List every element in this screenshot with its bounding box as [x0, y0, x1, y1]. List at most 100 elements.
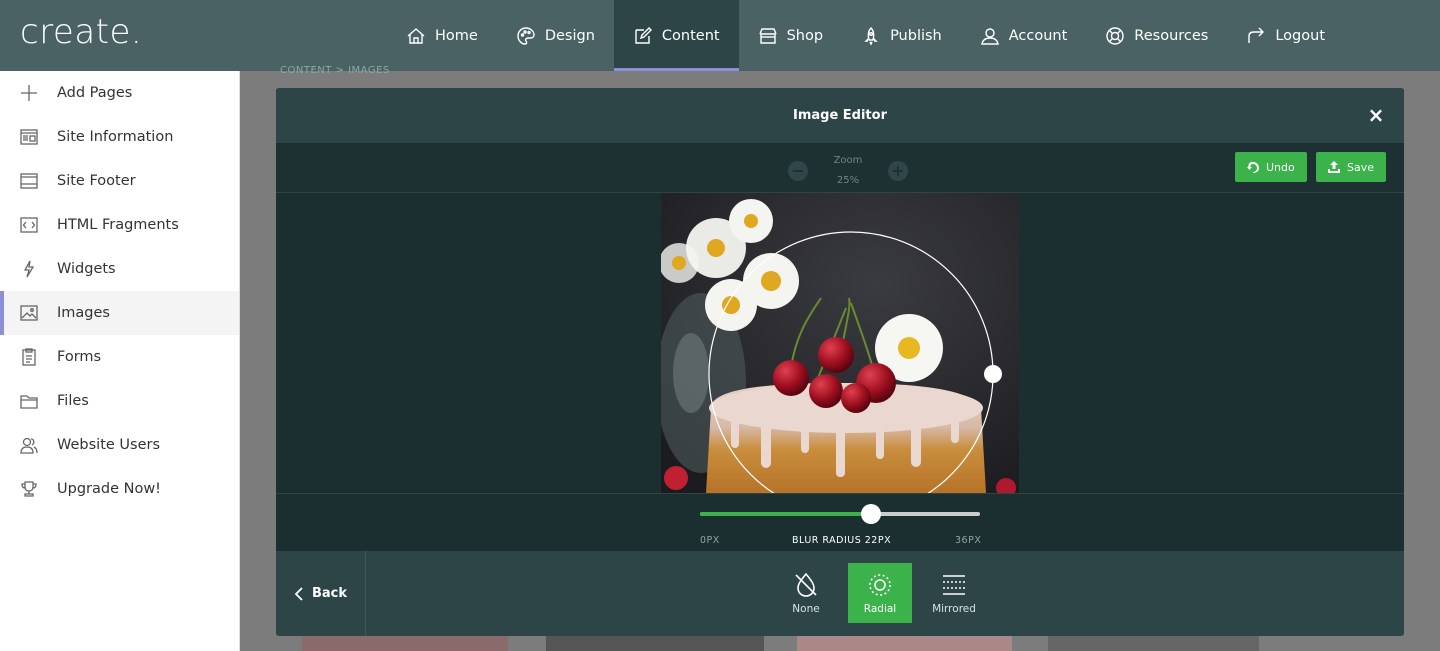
sidebar-item-website-users[interactable]: Website Users — [0, 423, 239, 467]
sidebar-item-label: Site Information — [57, 129, 174, 145]
slider-max-label: 36PX — [955, 535, 982, 546]
users-icon — [20, 437, 38, 454]
undo-label: Undo — [1266, 160, 1295, 174]
nav-home-label: Home — [435, 27, 478, 44]
editor-toolbar: − Zoom 25% + Undo Save — [276, 143, 1404, 193]
zoom-control: − Zoom 25% + — [788, 151, 908, 191]
chevron-left-icon — [294, 586, 303, 601]
no-blur-icon — [795, 572, 817, 597]
close-button[interactable]: × — [1366, 104, 1386, 126]
nav-content[interactable]: Content — [613, 0, 739, 71]
back-label: Back — [311, 586, 348, 601]
folder-icon — [20, 395, 38, 409]
nav-publish-label: Publish — [890, 27, 942, 44]
logout-icon — [1248, 27, 1265, 43]
back-button[interactable]: Back — [276, 551, 366, 636]
upload-icon — [1328, 161, 1340, 173]
sidebar-item-label: Upgrade Now! — [57, 481, 161, 497]
nav-content-label: Content — [661, 27, 720, 44]
blur-radius-control: 0PX BLUR RADIUS 22PX 36PX — [276, 493, 1404, 551]
clipboard-icon — [22, 348, 36, 366]
code-icon — [20, 217, 38, 233]
mode-label: Mirrored — [932, 602, 976, 615]
nav-shop[interactable]: Shop — [739, 0, 842, 71]
footer-icon — [20, 173, 38, 189]
undo-button[interactable]: Undo — [1235, 152, 1307, 182]
breadcrumb: CONTENT > IMAGES — [280, 65, 390, 76]
sidebar-item-files[interactable]: Files — [0, 379, 239, 423]
nav-home[interactable]: Home — [387, 0, 497, 71]
plus-icon — [21, 85, 37, 101]
home-icon — [407, 27, 425, 44]
nav-publish[interactable]: Publish — [842, 0, 961, 71]
slider-fill — [700, 512, 872, 516]
zoom-in-button[interactable]: + — [888, 161, 908, 181]
zoom-value: 25% — [836, 175, 860, 186]
blur-mode-selector: None Radial Mirrored — [774, 563, 986, 623]
save-button[interactable]: Save — [1316, 152, 1387, 182]
nav-resources[interactable]: Resources — [1086, 0, 1227, 71]
image-editor-modal: Image Editor × − Zoom 25% + Undo Save 0P… — [276, 88, 1404, 636]
brand-logo[interactable]: create. — [20, 12, 142, 52]
nav-account[interactable]: Account — [961, 0, 1087, 71]
nav-design[interactable]: Design — [497, 0, 614, 71]
editor-footer: Back None Radial Mirrored — [276, 551, 1404, 636]
nav-shop-label: Shop — [786, 27, 824, 44]
user-icon — [980, 27, 999, 45]
modal-title: Image Editor — [792, 108, 887, 123]
sidebar-item-label: Add Pages — [57, 85, 133, 101]
sidebar-item-html-fragments[interactable]: HTML Fragments — [0, 203, 239, 247]
lifebuoy-icon — [1106, 26, 1124, 45]
cake-photo — [661, 193, 1019, 493]
sidebar-item-label: Images — [57, 305, 110, 321]
sidebar-item-label: Site Footer — [57, 173, 136, 189]
mode-label: None — [792, 602, 820, 615]
zoom-readout: Zoom 25% — [826, 151, 870, 191]
zoom-out-button[interactable]: − — [788, 161, 808, 181]
sidebar-item-label: HTML Fragments — [57, 217, 179, 233]
nav-logout-label: Logout — [1275, 27, 1326, 44]
image-canvas — [276, 193, 1404, 493]
site-info-icon — [20, 129, 38, 145]
image-icon — [20, 305, 38, 321]
sidebar-item-site-footer[interactable]: Site Footer — [0, 159, 239, 203]
sidebar-item-label: Widgets — [57, 261, 116, 277]
mode-label: Radial — [863, 602, 897, 615]
modal-header: Image Editor × — [276, 88, 1404, 143]
sidebar-item-upgrade-now[interactable]: Upgrade Now! — [0, 467, 239, 511]
zoom-label: Zoom — [833, 155, 863, 166]
sidebar-item-label: Files — [57, 393, 89, 409]
slider-value-label: BLUR RADIUS 22PX — [792, 535, 892, 546]
sidebar: Add Pages Site Information Site Footer H… — [0, 71, 240, 651]
edit-icon — [635, 26, 652, 44]
main-nav: Home Design Content Shop Publish Account… — [387, 0, 1344, 71]
sidebar-item-images[interactable]: Images — [0, 291, 239, 335]
radial-blur-icon — [869, 573, 891, 596]
sidebar-item-widgets[interactable]: Widgets — [0, 247, 239, 291]
mode-radial-button[interactable]: Radial — [848, 563, 912, 623]
nav-account-label: Account — [1008, 27, 1068, 44]
top-navigation-bar: create. Home Design Content Shop Publish… — [0, 0, 1440, 71]
edited-image[interactable] — [661, 193, 1019, 493]
mode-mirrored-button[interactable]: Mirrored — [922, 563, 986, 623]
sidebar-item-label: Website Users — [57, 437, 161, 453]
save-label: Save — [1347, 160, 1375, 174]
palette-icon — [517, 26, 535, 45]
mirrored-blur-icon — [943, 574, 965, 595]
sidebar-item-add-pages[interactable]: Add Pages — [0, 71, 239, 115]
sidebar-item-site-information[interactable]: Site Information — [0, 115, 239, 159]
shop-icon — [758, 27, 777, 44]
sidebar-item-forms[interactable]: Forms — [0, 335, 239, 379]
lightning-icon — [23, 260, 35, 278]
slider-handle[interactable] — [861, 504, 882, 524]
mode-none-button[interactable]: None — [774, 563, 838, 623]
blur-radius-slider[interactable] — [700, 504, 980, 524]
nav-logout[interactable]: Logout — [1227, 0, 1344, 71]
sidebar-item-label: Forms — [57, 349, 102, 365]
nav-design-label: Design — [544, 27, 595, 44]
trophy-icon — [21, 481, 37, 497]
nav-resources-label: Resources — [1134, 27, 1209, 44]
undo-icon — [1247, 161, 1259, 173]
rocket-icon — [864, 26, 878, 46]
slider-min-label: 0PX — [700, 535, 720, 546]
